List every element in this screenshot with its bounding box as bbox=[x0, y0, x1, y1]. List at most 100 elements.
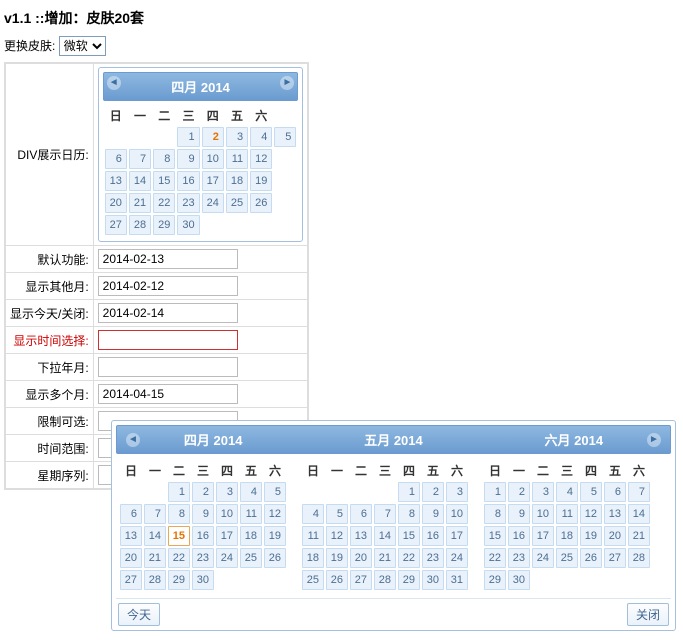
day-cell[interactable]: 25 bbox=[240, 548, 262, 568]
day-cell[interactable]: 12 bbox=[264, 504, 286, 524]
day-cell[interactable]: 13 bbox=[604, 504, 626, 524]
skin-select[interactable]: 微软 bbox=[59, 36, 106, 56]
day-cell[interactable]: 20 bbox=[604, 526, 626, 546]
day-cell[interactable]: 16 bbox=[192, 526, 214, 546]
day-cell[interactable]: 26 bbox=[264, 548, 286, 568]
day-cell[interactable]: 10 bbox=[446, 504, 468, 524]
day-cell[interactable]: 5 bbox=[264, 482, 286, 502]
day-cell[interactable]: 30 bbox=[177, 215, 199, 235]
day-cell[interactable]: 18 bbox=[302, 548, 324, 568]
day-cell[interactable]: 14 bbox=[129, 171, 151, 191]
day-cell[interactable]: 24 bbox=[532, 548, 554, 568]
day-cell[interactable]: 20 bbox=[350, 548, 372, 568]
input-time-select[interactable] bbox=[98, 330, 238, 350]
day-cell[interactable]: 28 bbox=[374, 570, 396, 590]
day-cell[interactable]: 15 bbox=[168, 526, 190, 546]
day-cell[interactable]: 29 bbox=[484, 570, 506, 590]
day-cell[interactable]: 24 bbox=[446, 548, 468, 568]
day-cell[interactable]: 5 bbox=[274, 127, 296, 147]
day-cell[interactable]: 29 bbox=[398, 570, 420, 590]
day-cell[interactable]: 8 bbox=[484, 504, 506, 524]
day-cell[interactable]: 8 bbox=[153, 149, 175, 169]
day-cell[interactable]: 26 bbox=[326, 570, 348, 590]
day-cell[interactable]: 29 bbox=[168, 570, 190, 590]
day-cell[interactable]: 14 bbox=[628, 504, 650, 524]
day-cell[interactable]: 25 bbox=[556, 548, 578, 568]
day-cell[interactable]: 22 bbox=[398, 548, 420, 568]
day-cell[interactable]: 23 bbox=[192, 548, 214, 568]
day-cell[interactable]: 1 bbox=[177, 127, 199, 147]
day-cell[interactable]: 22 bbox=[168, 548, 190, 568]
day-cell[interactable]: 9 bbox=[192, 504, 214, 524]
day-cell[interactable]: 8 bbox=[168, 504, 190, 524]
day-cell[interactable]: 24 bbox=[216, 548, 238, 568]
day-cell[interactable]: 15 bbox=[398, 526, 420, 546]
day-cell[interactable]: 27 bbox=[350, 570, 372, 590]
day-cell[interactable]: 6 bbox=[604, 482, 626, 502]
day-cell[interactable]: 7 bbox=[129, 149, 151, 169]
day-cell[interactable]: 7 bbox=[628, 482, 650, 502]
day-cell[interactable]: 30 bbox=[192, 570, 214, 590]
day-cell[interactable]: 26 bbox=[250, 193, 272, 213]
close-button[interactable]: 关闭 bbox=[627, 603, 669, 626]
day-cell[interactable]: 23 bbox=[422, 548, 444, 568]
day-cell[interactable]: 21 bbox=[144, 548, 166, 568]
day-cell[interactable]: 10 bbox=[532, 504, 554, 524]
day-cell[interactable]: 6 bbox=[120, 504, 142, 524]
day-cell[interactable]: 28 bbox=[129, 215, 151, 235]
day-cell[interactable]: 10 bbox=[202, 149, 224, 169]
input-default[interactable] bbox=[98, 249, 238, 269]
day-cell[interactable]: 17 bbox=[532, 526, 554, 546]
day-cell[interactable]: 14 bbox=[144, 526, 166, 546]
day-cell[interactable]: 27 bbox=[604, 548, 626, 568]
day-cell[interactable]: 17 bbox=[202, 171, 224, 191]
day-cell[interactable]: 11 bbox=[556, 504, 578, 524]
day-cell[interactable]: 12 bbox=[326, 526, 348, 546]
day-cell[interactable]: 2 bbox=[508, 482, 530, 502]
multi-next-month-icon[interactable]: ► bbox=[647, 433, 661, 447]
day-cell[interactable]: 21 bbox=[628, 526, 650, 546]
day-cell[interactable]: 3 bbox=[532, 482, 554, 502]
day-cell[interactable]: 30 bbox=[508, 570, 530, 590]
day-cell[interactable]: 8 bbox=[398, 504, 420, 524]
day-cell[interactable]: 27 bbox=[105, 215, 127, 235]
day-cell[interactable]: 6 bbox=[350, 504, 372, 524]
day-cell[interactable]: 16 bbox=[422, 526, 444, 546]
day-cell[interactable]: 12 bbox=[580, 504, 602, 524]
day-cell[interactable]: 31 bbox=[446, 570, 468, 590]
day-cell[interactable]: 3 bbox=[226, 127, 248, 147]
day-cell[interactable]: 9 bbox=[177, 149, 199, 169]
day-cell[interactable]: 4 bbox=[240, 482, 262, 502]
day-cell[interactable]: 4 bbox=[302, 504, 324, 524]
day-cell[interactable]: 26 bbox=[580, 548, 602, 568]
day-cell[interactable]: 1 bbox=[168, 482, 190, 502]
next-month-icon[interactable]: ► bbox=[280, 76, 294, 90]
today-button[interactable]: 今天 bbox=[118, 603, 160, 626]
day-cell[interactable]: 25 bbox=[226, 193, 248, 213]
day-cell[interactable]: 28 bbox=[144, 570, 166, 590]
day-cell[interactable]: 3 bbox=[446, 482, 468, 502]
day-cell[interactable]: 12 bbox=[250, 149, 272, 169]
day-cell[interactable]: 18 bbox=[240, 526, 262, 546]
day-cell[interactable]: 11 bbox=[302, 526, 324, 546]
day-cell[interactable]: 13 bbox=[105, 171, 127, 191]
day-cell[interactable]: 9 bbox=[508, 504, 530, 524]
input-dropdown-ym[interactable] bbox=[98, 357, 238, 377]
day-cell[interactable]: 30 bbox=[422, 570, 444, 590]
day-cell[interactable]: 15 bbox=[153, 171, 175, 191]
day-cell[interactable]: 23 bbox=[508, 548, 530, 568]
day-cell[interactable]: 4 bbox=[556, 482, 578, 502]
day-cell[interactable]: 19 bbox=[326, 548, 348, 568]
input-multi-month[interactable] bbox=[98, 384, 238, 404]
input-other-month[interactable] bbox=[98, 276, 238, 296]
day-cell[interactable]: 28 bbox=[628, 548, 650, 568]
day-cell[interactable]: 5 bbox=[326, 504, 348, 524]
day-cell[interactable]: 15 bbox=[484, 526, 506, 546]
day-cell[interactable]: 16 bbox=[508, 526, 530, 546]
day-cell[interactable]: 19 bbox=[250, 171, 272, 191]
day-cell[interactable]: 11 bbox=[240, 504, 262, 524]
day-cell[interactable]: 17 bbox=[446, 526, 468, 546]
day-cell[interactable]: 22 bbox=[153, 193, 175, 213]
prev-month-icon[interactable]: ◄ bbox=[107, 76, 121, 90]
day-cell[interactable]: 2 bbox=[202, 127, 224, 147]
